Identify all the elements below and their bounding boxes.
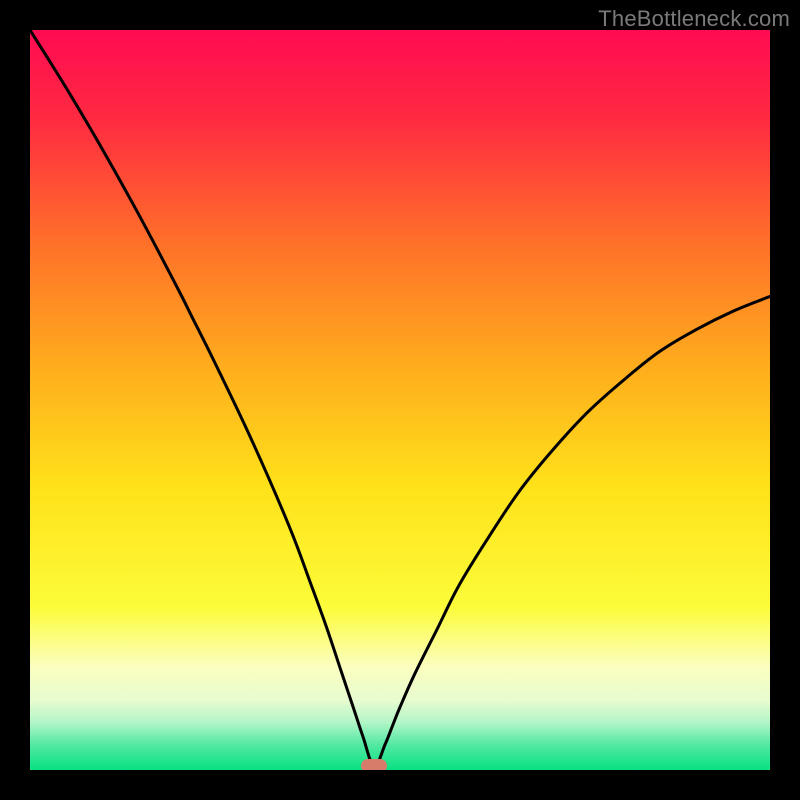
watermark-text: TheBottleneck.com	[598, 6, 790, 32]
chart-frame: TheBottleneck.com	[0, 0, 800, 800]
plot-area	[30, 30, 770, 770]
bottleneck-curve	[30, 30, 770, 770]
optimum-marker	[361, 759, 387, 770]
